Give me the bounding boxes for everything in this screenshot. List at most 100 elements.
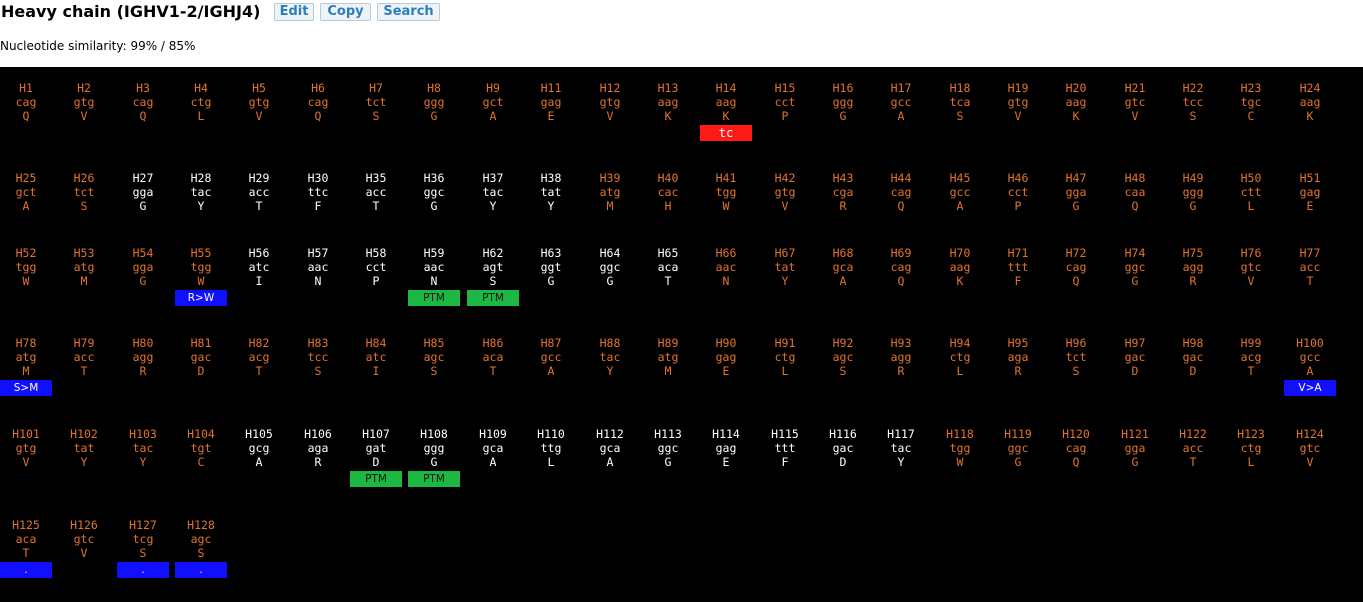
residue-h93[interactable]: H93 agg R [875, 336, 927, 378]
residue-h46[interactable]: H46 cct P [992, 171, 1044, 213]
residue-h49[interactable]: H49 ggg G [1167, 171, 1219, 213]
residue-h85[interactable]: H85 agc S [408, 336, 460, 378]
residue-h80[interactable]: H80 agg R [117, 336, 169, 378]
residue-h68[interactable]: H68 gca A [817, 246, 869, 288]
residue-h1[interactable]: H1 cag Q [0, 81, 52, 123]
residue-h101[interactable]: H101 gtg V [0, 427, 52, 469]
residue-h79[interactable]: H79 acc T [58, 336, 110, 378]
residue-h5[interactable]: H5 gtg V [233, 81, 285, 123]
residue-h51[interactable]: H51 gag E [1284, 171, 1336, 213]
residue-h81[interactable]: H81 gac D [175, 336, 227, 378]
residue-h30[interactable]: H30 ttc F [292, 171, 344, 213]
residue-h125[interactable]: H125 aca T [0, 518, 52, 560]
residue-h75[interactable]: H75 agg R [1167, 246, 1219, 288]
residue-h6[interactable]: H6 cag Q [292, 81, 344, 123]
residue-h103[interactable]: H103 tac Y [117, 427, 169, 469]
residue-h115[interactable]: H115 ttt F [759, 427, 811, 469]
residue-h104[interactable]: H104 tgt C [175, 427, 227, 469]
residue-h69[interactable]: H69 cag Q [875, 246, 927, 288]
residue-h100[interactable]: H100 gcc A [1284, 336, 1336, 378]
residue-h37[interactable]: H37 tac Y [467, 171, 519, 213]
residue-h78[interactable]: H78 atg M [0, 336, 52, 378]
residue-h82[interactable]: H82 acg T [233, 336, 285, 378]
residue-h114[interactable]: H114 gag E [700, 427, 752, 469]
residue-h7[interactable]: H7 tct S [350, 81, 402, 123]
residue-h25[interactable]: H25 gct A [0, 171, 52, 213]
residue-h63[interactable]: H63 ggt G [525, 246, 577, 288]
residue-h47[interactable]: H47 gga G [1050, 171, 1102, 213]
residue-h124[interactable]: H124 gtc V [1284, 427, 1336, 469]
residue-h92[interactable]: H92 agc S [817, 336, 869, 378]
residue-h12[interactable]: H12 gtg V [584, 81, 636, 123]
residue-h88[interactable]: H88 tac Y [584, 336, 636, 378]
residue-h29[interactable]: H29 acc T [233, 171, 285, 213]
residue-h102[interactable]: H102 tat Y [58, 427, 110, 469]
residue-h109[interactable]: H109 gca A [467, 427, 519, 469]
residue-h117[interactable]: H117 tac Y [875, 427, 927, 469]
residue-h66[interactable]: H66 aac N [700, 246, 752, 288]
residue-h16[interactable]: H16 ggg G [817, 81, 869, 123]
residue-h65[interactable]: H65 aca T [642, 246, 694, 288]
residue-h106[interactable]: H106 aga R [292, 427, 344, 469]
mutation-tag[interactable]: PTM [408, 290, 460, 306]
residue-h59[interactable]: H59 aac N [408, 246, 460, 288]
residue-h15[interactable]: H15 cct P [759, 81, 811, 123]
residue-h35[interactable]: H35 acc T [350, 171, 402, 213]
residue-h41[interactable]: H41 tgg W [700, 171, 752, 213]
mutation-tag[interactable]: S>M [0, 380, 52, 396]
residue-h54[interactable]: H54 gga G [117, 246, 169, 288]
residue-h91[interactable]: H91 ctg L [759, 336, 811, 378]
residue-h76[interactable]: H76 gtc V [1225, 246, 1277, 288]
mutation-tag[interactable]: PTM [467, 290, 519, 306]
residue-h3[interactable]: H3 cag Q [117, 81, 169, 123]
residue-h97[interactable]: H97 gac D [1109, 336, 1161, 378]
residue-h38[interactable]: H38 tat Y [525, 171, 577, 213]
residue-h9[interactable]: H9 gct A [467, 81, 519, 123]
residue-h123[interactable]: H123 ctg L [1225, 427, 1277, 469]
residue-h44[interactable]: H44 cag Q [875, 171, 927, 213]
residue-h89[interactable]: H89 atg M [642, 336, 694, 378]
mutation-tag[interactable]: tc [700, 125, 752, 141]
residue-h55[interactable]: H55 tgg W [175, 246, 227, 288]
residue-h112[interactable]: H112 gca A [584, 427, 636, 469]
residue-h86[interactable]: H86 aca T [467, 336, 519, 378]
residue-h116[interactable]: H116 gac D [817, 427, 869, 469]
residue-h48[interactable]: H48 caa Q [1109, 171, 1161, 213]
mutation-tag[interactable]: V>A [1284, 380, 1336, 396]
residue-h24[interactable]: H24 aag K [1284, 81, 1336, 123]
residue-h90[interactable]: H90 gag E [700, 336, 752, 378]
residue-h26[interactable]: H26 tct S [58, 171, 110, 213]
residue-h43[interactable]: H43 cga R [817, 171, 869, 213]
residue-h13[interactable]: H13 aag K [642, 81, 694, 123]
residue-h120[interactable]: H120 cag Q [1050, 427, 1102, 469]
residue-h96[interactable]: H96 tct S [1050, 336, 1102, 378]
residue-h4[interactable]: H4 ctg L [175, 81, 227, 123]
residue-h67[interactable]: H67 tat Y [759, 246, 811, 288]
search-button[interactable]: Search [377, 3, 440, 21]
residue-h113[interactable]: H113 ggc G [642, 427, 694, 469]
residue-h40[interactable]: H40 cac H [642, 171, 694, 213]
residue-h42[interactable]: H42 gtg V [759, 171, 811, 213]
residue-h2[interactable]: H2 gtg V [58, 81, 110, 123]
residue-h74[interactable]: H74 ggc G [1109, 246, 1161, 288]
residue-h17[interactable]: H17 gcc A [875, 81, 927, 123]
residue-h108[interactable]: H108 ggg G [408, 427, 460, 469]
residue-h56[interactable]: H56 atc I [233, 246, 285, 288]
mutation-tag[interactable]: . [117, 562, 169, 578]
mutation-tag[interactable]: PTM [350, 471, 402, 487]
residue-h128[interactable]: H128 agc S [175, 518, 227, 560]
residue-h83[interactable]: H83 tcc S [292, 336, 344, 378]
residue-h110[interactable]: H110 ttg L [525, 427, 577, 469]
residue-h98[interactable]: H98 gac D [1167, 336, 1219, 378]
residue-h72[interactable]: H72 cag Q [1050, 246, 1102, 288]
residue-h119[interactable]: H119 ggc G [992, 427, 1044, 469]
mutation-tag[interactable]: . [0, 562, 52, 578]
mutation-tag[interactable]: . [175, 562, 227, 578]
residue-h45[interactable]: H45 gcc A [934, 171, 986, 213]
residue-h64[interactable]: H64 ggc G [584, 246, 636, 288]
residue-h58[interactable]: H58 cct P [350, 246, 402, 288]
residue-h77[interactable]: H77 acc T [1284, 246, 1336, 288]
residue-h8[interactable]: H8 ggg G [408, 81, 460, 123]
residue-h84[interactable]: H84 atc I [350, 336, 402, 378]
residue-h39[interactable]: H39 atg M [584, 171, 636, 213]
